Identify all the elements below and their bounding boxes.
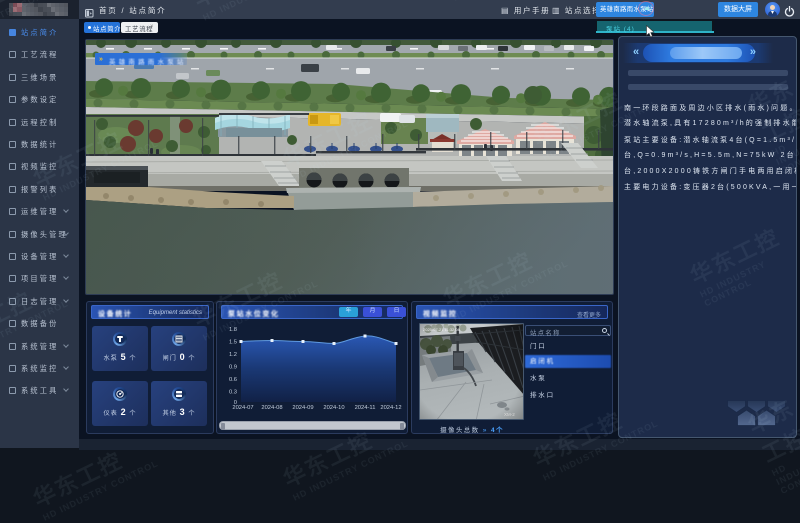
svg-text:0.9: 0.9 — [229, 365, 237, 371]
svg-text:2024-12: 2024-12 — [380, 405, 401, 410]
svg-text:2025-07-21 11:32:08: 2025-07-21 11:32:08 — [423, 327, 461, 332]
svg-text:2024-11: 2024-11 — [355, 405, 376, 410]
svg-text:0.3: 0.3 — [229, 390, 237, 396]
svg-text:XM-2: XM-2 — [504, 412, 515, 417]
svg-text:1.5: 1.5 — [229, 340, 237, 346]
svg-text:2024-10: 2024-10 — [323, 405, 344, 410]
svg-text:2024-08: 2024-08 — [261, 405, 282, 410]
svg-text:1.2: 1.2 — [229, 352, 237, 358]
svg-text:2024-09: 2024-09 — [292, 405, 313, 410]
svg-text:1.8: 1.8 — [229, 327, 237, 333]
svg-text:2024-07: 2024-07 — [232, 405, 253, 410]
svg-text:0.6: 0.6 — [229, 377, 237, 383]
